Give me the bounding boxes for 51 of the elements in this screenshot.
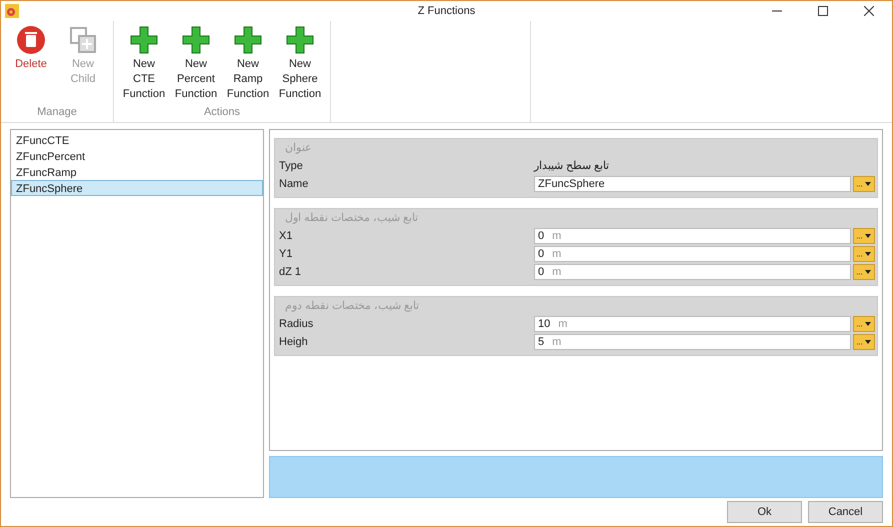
dropdown-button[interactable] [853,264,875,280]
ribbon-button[interactable]: New Ramp Function [222,25,274,104]
ribbon-button[interactable]: New Percent Function [170,25,222,104]
input-field[interactable]: 5 m [534,334,851,350]
group-title: عنوان [285,141,312,156]
property-label: Heigh [279,334,309,350]
input-field[interactable]: ZFuncSphere [534,176,851,192]
property-label: Type [279,158,304,174]
input-field[interactable]: 0 m [534,264,851,280]
dropdown-button[interactable] [853,246,875,262]
dialog-button[interactable]: Cancel [808,501,883,523]
dropdown-icon [856,232,872,240]
group-label: Actions [202,104,242,120]
copy-icon [68,25,98,55]
plus-icon [233,25,263,55]
property-label: Y1 [279,246,294,262]
dropdown-icon [856,180,872,188]
list-item[interactable]: ZFuncPercent [11,148,263,164]
dialog-button[interactable]: Ok [727,501,802,523]
close-icon [864,6,874,16]
trash-icon [16,25,46,55]
dropdown-icon [856,250,872,258]
property-label: Name [279,176,310,192]
dropdown-button[interactable] [853,334,875,350]
property-label: dZ 1 [279,264,302,280]
dropdown-icon [856,268,872,276]
maximize-icon [818,6,828,16]
dropdown-button[interactable] [853,176,875,192]
input-field[interactable]: 0 m [534,246,851,262]
dropdown-button[interactable] [853,228,875,244]
ribbon-button[interactable]: New Sphere Function [274,25,326,104]
group-title: تابع شیب، مختصات نقطه اول [285,211,418,226]
property-label: X1 [279,228,294,244]
plus-icon [285,25,315,55]
property-label: Radius [279,316,314,332]
list-item[interactable]: ZFuncCTE [11,132,263,148]
group-label: Manage [36,104,78,120]
input-field[interactable]: 10 m [534,316,851,332]
dropdown-icon [856,320,872,328]
dropdown-icon [856,338,872,346]
list-item[interactable]: ZFuncRamp [11,164,263,180]
dropdown-button[interactable] [853,316,875,332]
window-title: Z Functions [418,4,476,19]
ribbon-button[interactable]: New CTE Function [118,25,170,104]
ribbon-button[interactable]: Delete [5,25,57,104]
plus-icon [129,25,159,55]
list-item[interactable]: ZFuncSphere [11,180,263,196]
plus-icon [181,25,211,55]
group-title: تابع شیب، مختصات نقطه دوم [285,299,420,314]
property-value: تابع سطح شیبدار [534,158,610,174]
input-field[interactable]: 0 m [534,228,851,244]
